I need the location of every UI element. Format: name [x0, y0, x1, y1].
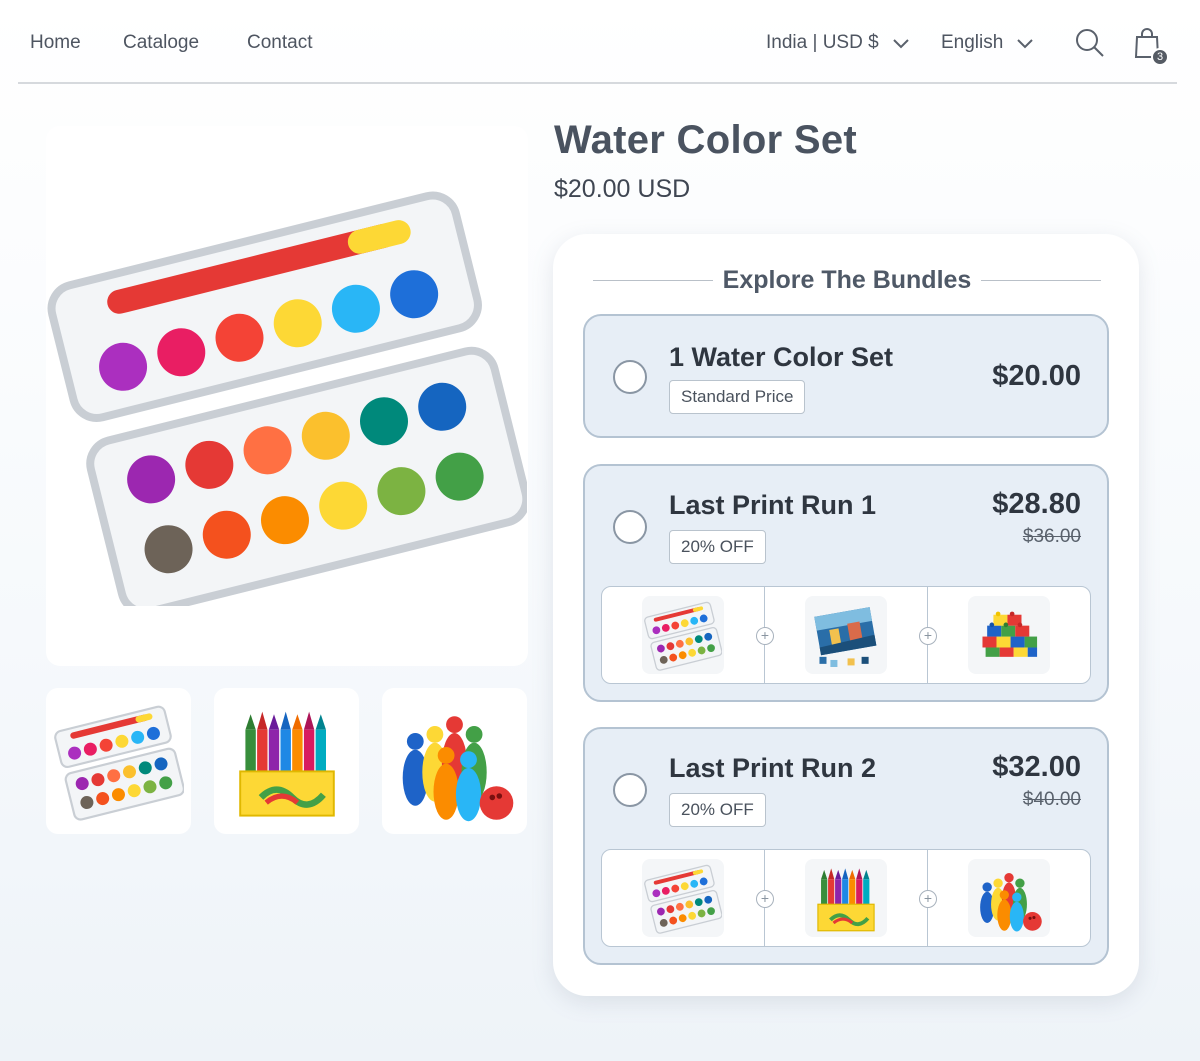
bundle-radio[interactable] [613, 510, 647, 544]
currency-selector[interactable]: India | USD $ [766, 32, 911, 54]
bundle-item-watercolor-set [642, 859, 724, 937]
top-nav: Home Cataloge Contact India | USD $ Engl… [18, 0, 1177, 84]
bundle-item-bowling-set [968, 859, 1050, 937]
bundle-option-3[interactable]: Last Print Run 2 20% OFF $32.00 $40.00 +… [583, 727, 1109, 965]
bundle-items-row: + + [601, 849, 1091, 947]
bundle-item [602, 587, 764, 683]
bundle-item [602, 850, 764, 946]
bundle-title: Last Print Run 1 [669, 490, 877, 520]
currency-label: India | USD $ [766, 32, 879, 53]
plus-icon: + [756, 890, 774, 908]
language-selector[interactable]: English [941, 32, 1035, 54]
language-label: English [941, 32, 1004, 53]
bundle-item-jigsaw-puzzle [805, 596, 887, 674]
bundle-items-row: + + [601, 586, 1091, 684]
cart-count-badge: 3 [1151, 48, 1169, 66]
chevron-down-icon [1017, 39, 1034, 49]
nav-link-home[interactable]: Home [30, 32, 81, 54]
bundle-price: $20.00 [992, 360, 1081, 392]
bundle-tag: 20% OFF [669, 530, 766, 564]
divider [593, 279, 713, 281]
nav-link-cataloge[interactable]: Cataloge [123, 32, 199, 54]
plus-icon: + [919, 890, 937, 908]
bundle-item: + [756, 587, 927, 683]
bundle-radio[interactable] [613, 360, 647, 394]
bundle-tag: 20% OFF [669, 793, 766, 827]
thumbnail-bowling-set[interactable] [382, 688, 527, 834]
bundle-old-price: $40.00 [1022, 789, 1081, 810]
bundle-price: $32.00 [992, 751, 1081, 783]
cart-button[interactable]: 3 [1131, 26, 1169, 66]
product-price: $20.00 USD [554, 175, 691, 203]
bundle-item: + [756, 850, 927, 946]
plus-icon: + [919, 627, 937, 645]
bowling-set-image [382, 691, 527, 831]
bundle-radio[interactable] [613, 773, 647, 807]
bundle-title: 1 Water Color Set [669, 342, 894, 372]
bundle-option-1[interactable]: 1 Water Color Set Standard Price $20.00 [583, 314, 1109, 438]
bundle-option-2[interactable]: Last Print Run 1 20% OFF $28.80 $36.00 +… [583, 464, 1109, 702]
bundle-item-watercolor-set [642, 596, 724, 674]
bundle-item-crayons-box [805, 859, 887, 937]
bundle-tag: Standard Price [669, 380, 806, 414]
main-product-image[interactable] [46, 126, 528, 666]
bundle-item: + [919, 850, 1090, 946]
nav-link-contact[interactable]: Contact [247, 32, 312, 54]
watercolor-set-image [47, 186, 527, 606]
product-title: Water Color Set [554, 118, 858, 162]
bundle-selector-card: Explore The Bundles 1 Water Color Set St… [553, 234, 1139, 996]
watercolor-set-image [54, 701, 184, 821]
crayons-box-image [222, 696, 352, 826]
bundle-old-price: $36.00 [1022, 526, 1081, 547]
divider [981, 279, 1102, 281]
search-button[interactable] [1073, 26, 1107, 60]
chevron-down-icon [892, 39, 909, 49]
bundle-item: + [919, 587, 1090, 683]
bundle-title: Last Print Run 2 [669, 753, 877, 783]
search-icon [1076, 29, 1104, 57]
thumbnail-crayons-box[interactable] [214, 688, 359, 834]
bundle-heading: Explore The Bundles [722, 265, 972, 294]
thumbnail-watercolor-set[interactable] [46, 688, 191, 834]
bundle-item-building-blocks [968, 596, 1050, 674]
bundle-heading-row: Explore The Bundles [593, 264, 1102, 296]
plus-icon: + [756, 627, 774, 645]
bundle-price: $28.80 [992, 488, 1081, 520]
